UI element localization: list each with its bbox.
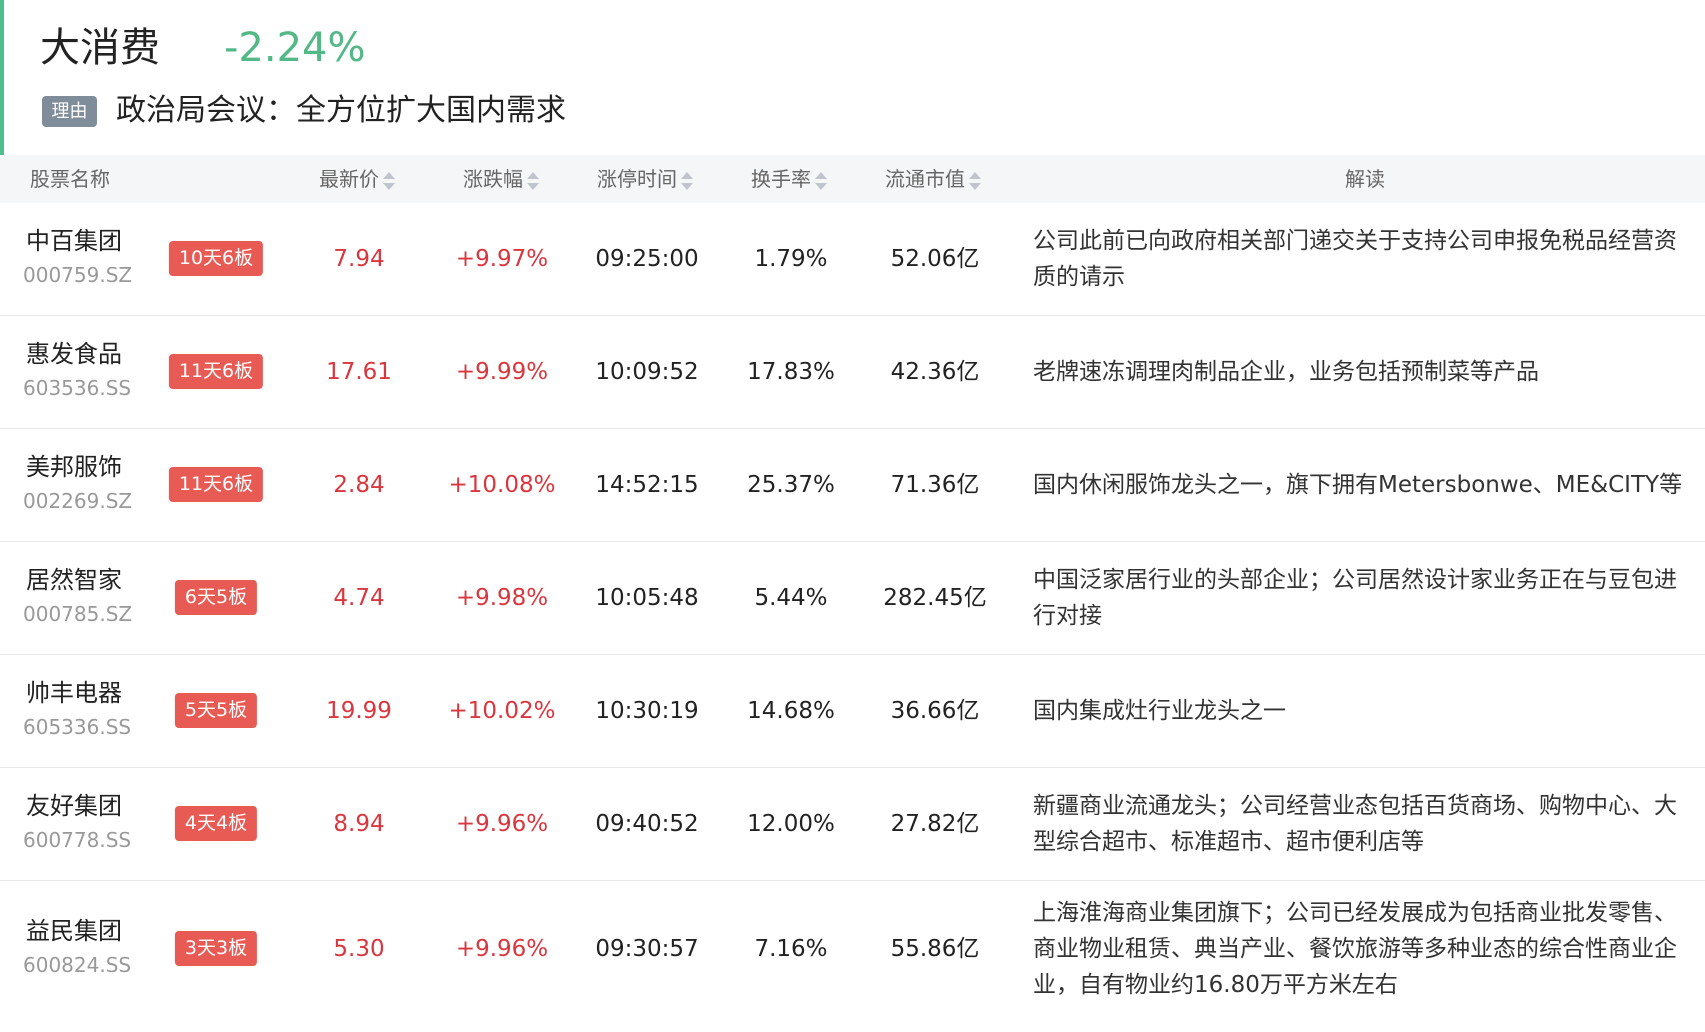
reason-tag: 理由 [42, 96, 97, 127]
change-percent: +9.96% [455, 936, 549, 962]
float-market-cap: 36.66亿 [890, 698, 980, 724]
float-market-cap: 27.82亿 [890, 811, 980, 837]
stock-code: 002269.SZ [23, 489, 133, 513]
sector-change: -2.24% [224, 25, 366, 71]
sort-icon[interactable] [527, 171, 539, 191]
limit-up-time: 10:09:52 [595, 359, 699, 385]
limit-up-time: 09:25:00 [595, 246, 699, 272]
explanation-text: 新疆商业流通龙头；公司经营业态包括百货商场、购物中心、大型综合超市、标准超市、超… [1033, 793, 1677, 855]
sector-title: 大消费 [40, 25, 160, 71]
sort-icon[interactable] [815, 171, 827, 191]
stock-code: 603536.SS [23, 376, 132, 400]
limit-up-time: 09:40:52 [595, 811, 699, 837]
turnover-rate: 25.37% [747, 472, 835, 498]
explanation-text: 上海淮海商业集团旗下；公司已经发展成为包括商业批发零售、商业物业租赁、典当产业、… [1033, 900, 1677, 998]
change-percent: +9.97% [455, 246, 549, 272]
stock-code: 600778.SS [23, 828, 132, 852]
explanation-text: 国内集成灶行业龙头之一 [1033, 698, 1286, 724]
table-row[interactable]: 友好集团 600778.SS 4天4板 8.94 +9.96% 09:40:52… [0, 768, 1705, 881]
turnover-rate: 14.68% [747, 698, 835, 724]
column-header-price[interactable]: 最新价 [319, 155, 395, 203]
change-percent: +10.02% [448, 698, 556, 724]
column-header-float-cap[interactable]: 流通市值 [885, 155, 981, 203]
sector-header: 大消费 -2.24% 理由 政治局会议：全方位扩大国内需求 [0, 0, 1705, 155]
stock-code: 600824.SS [23, 953, 132, 977]
explanation-text: 国内休闲服饰龙头之一，旗下拥有Metersbonwe、ME&CITY等 [1033, 472, 1683, 498]
limit-up-time: 10:30:19 [595, 698, 699, 724]
turnover-rate: 12.00% [747, 811, 835, 837]
stock-code: 000785.SZ [23, 602, 133, 626]
limit-up-time: 09:30:57 [595, 936, 699, 962]
column-header-turnover[interactable]: 换手率 [751, 155, 827, 203]
turnover-rate: 1.79% [754, 246, 828, 272]
table-row[interactable]: 益民集团 600824.SS 3天3板 5.30 +9.96% 09:30:57… [0, 881, 1705, 1017]
explanation-text: 公司此前已向政府相关部门递交关于支持公司申报免税品经营资质的请示 [1033, 228, 1677, 290]
sort-icon[interactable] [681, 171, 693, 191]
stock-name[interactable]: 友好集团 [26, 790, 122, 822]
float-market-cap: 52.06亿 [890, 246, 980, 272]
latest-price: 5.30 [333, 936, 385, 962]
latest-price: 17.61 [326, 359, 392, 385]
latest-price: 4.74 [333, 585, 385, 611]
turnover-rate: 17.83% [747, 359, 835, 385]
change-percent: +9.99% [455, 359, 549, 385]
column-header-limit-time[interactable]: 涨停时间 [597, 155, 693, 203]
sort-icon[interactable] [383, 171, 395, 191]
column-header-explain: 解读 [1345, 167, 1385, 191]
limit-up-time: 10:05:48 [595, 585, 699, 611]
explanation-text: 老牌速冻调理肉制品企业，业务包括预制菜等产品 [1033, 359, 1539, 385]
latest-price: 7.94 [333, 246, 385, 272]
sort-icon[interactable] [969, 171, 981, 191]
column-header-name: 股票名称 [30, 167, 110, 191]
board-badge: 6天5板 [174, 580, 258, 615]
float-market-cap: 282.45亿 [883, 585, 987, 611]
board-badge: 11天6板 [168, 354, 264, 389]
board-badge: 5天5板 [174, 693, 258, 728]
change-percent: +10.08% [448, 472, 556, 498]
stock-code: 605336.SS [23, 715, 132, 739]
stock-name[interactable]: 居然智家 [26, 564, 122, 596]
reason-text: 政治局会议：全方位扩大国内需求 [116, 93, 566, 128]
board-badge: 4天4板 [174, 806, 258, 841]
board-badge: 3天3板 [174, 931, 258, 966]
table-row[interactable]: 中百集团 000759.SZ 10天6板 7.94 +9.97% 09:25:0… [0, 203, 1705, 316]
table-row[interactable]: 惠发食品 603536.SS 11天6板 17.61 +9.99% 10:09:… [0, 316, 1705, 429]
stock-name[interactable]: 中百集团 [26, 225, 122, 257]
latest-price: 2.84 [333, 472, 385, 498]
float-market-cap: 71.36亿 [890, 472, 980, 498]
turnover-rate: 7.16% [754, 936, 828, 962]
table-row[interactable]: 美邦服饰 002269.SZ 11天6板 2.84 +10.08% 14:52:… [0, 429, 1705, 542]
stock-table: 中百集团 000759.SZ 10天6板 7.94 +9.97% 09:25:0… [0, 203, 1705, 1017]
table-header: 股票名称 最新价 涨跌幅 涨停时间 换手率 流通市值 解读 [0, 155, 1705, 203]
turnover-rate: 5.44% [754, 585, 828, 611]
latest-price: 8.94 [333, 811, 385, 837]
board-badge: 10天6板 [168, 241, 264, 276]
stock-name[interactable]: 美邦服饰 [26, 451, 122, 483]
stock-name[interactable]: 帅丰电器 [26, 677, 122, 709]
stock-name[interactable]: 益民集团 [26, 915, 122, 947]
stock-name[interactable]: 惠发食品 [26, 338, 122, 370]
change-percent: +9.98% [455, 585, 549, 611]
stock-code: 000759.SZ [23, 263, 133, 287]
table-row[interactable]: 居然智家 000785.SZ 6天5板 4.74 +9.98% 10:05:48… [0, 542, 1705, 655]
latest-price: 19.99 [326, 698, 392, 724]
table-row[interactable]: 帅丰电器 605336.SS 5天5板 19.99 +10.02% 10:30:… [0, 655, 1705, 768]
float-market-cap: 55.86亿 [890, 936, 980, 962]
limit-up-time: 14:52:15 [595, 472, 699, 498]
board-badge: 11天6板 [168, 467, 264, 502]
explanation-text: 中国泛家居行业的头部企业；公司居然设计家业务正在与豆包进行对接 [1033, 567, 1677, 629]
change-percent: +9.96% [455, 811, 549, 837]
column-header-change[interactable]: 涨跌幅 [463, 155, 539, 203]
float-market-cap: 42.36亿 [890, 359, 980, 385]
